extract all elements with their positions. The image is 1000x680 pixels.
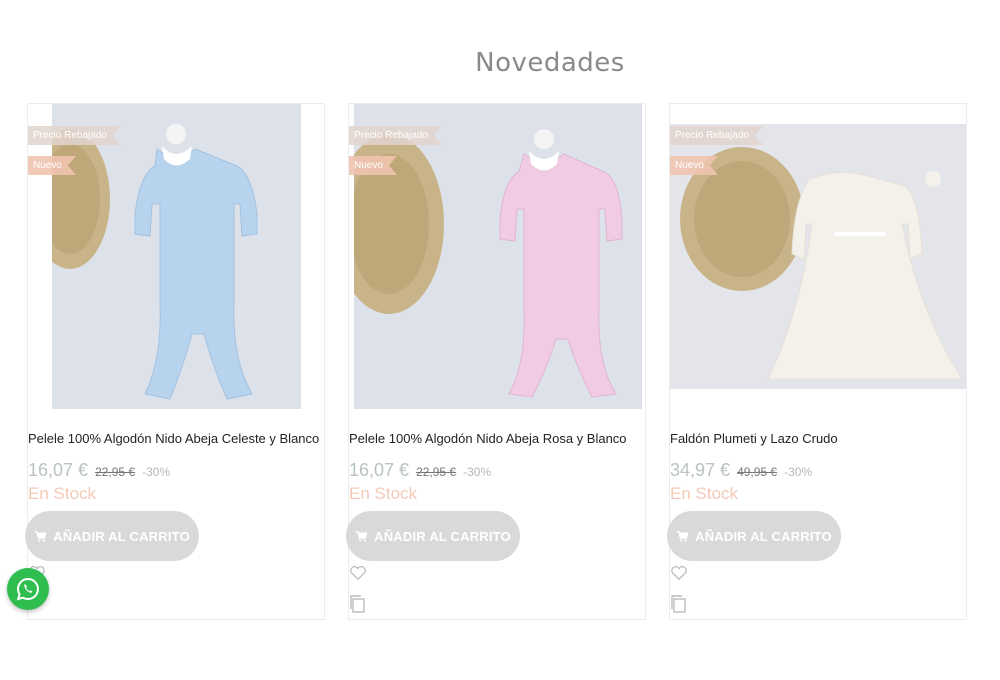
- product-card: Precio Rebajado Nuevo Pelele 100% Algodó…: [25, 103, 325, 620]
- old-price: 22,95 €: [416, 465, 457, 479]
- old-price: 49,95 €: [737, 465, 778, 479]
- product-title[interactable]: Pelele 100% Algodón Nido Abeja Rosa y Bl…: [349, 431, 627, 446]
- add-to-cart-button[interactable]: AÑADIR AL CARRITO: [667, 511, 841, 561]
- price-row: 16,07 € 22,95 € -30%: [349, 460, 491, 481]
- section-title: Novedades: [475, 48, 625, 78]
- product-card: Precio Rebajado Nuevo Pelele 100% Algodó…: [346, 103, 646, 620]
- stock-status: En Stock: [28, 484, 97, 503]
- compare-icon[interactable]: [670, 594, 688, 614]
- add-to-cart-label: AÑADIR AL CARRITO: [374, 528, 511, 544]
- product-card: Precio Rebajado Nuevo Faldón Plumeti y L…: [667, 103, 967, 620]
- add-to-cart-button[interactable]: AÑADIR AL CARRITO: [25, 511, 199, 561]
- whatsapp-icon: [16, 577, 39, 601]
- sale-badge: Precio Rebajado: [670, 126, 763, 145]
- product-image[interactable]: [354, 104, 642, 409]
- current-price: 34,97 €: [670, 460, 731, 480]
- add-to-cart-label: AÑADIR AL CARRITO: [695, 528, 832, 544]
- discount-label: -30%: [784, 465, 813, 479]
- price-row: 16,07 € 22,95 € -30%: [28, 460, 170, 481]
- discount-label: -30%: [142, 465, 171, 479]
- product-photo: [670, 124, 966, 389]
- sale-badge: Precio Rebajado: [28, 126, 121, 145]
- product-image[interactable]: [670, 124, 966, 389]
- cart-icon: [676, 530, 689, 542]
- product-title[interactable]: Pelele 100% Algodón Nido Abeja Celeste y…: [28, 431, 319, 446]
- add-to-cart-button[interactable]: AÑADIR AL CARRITO: [346, 511, 520, 561]
- wishlist-heart-icon[interactable]: [670, 565, 688, 581]
- current-price: 16,07 €: [349, 460, 410, 480]
- add-to-cart-label: AÑADIR AL CARRITO: [53, 528, 190, 544]
- discount-label: -30%: [463, 465, 492, 479]
- stock-status: En Stock: [349, 484, 418, 503]
- product-title[interactable]: Faldón Plumeti y Lazo Crudo: [670, 431, 838, 446]
- old-price: 22,95 €: [95, 465, 136, 479]
- compare-icon[interactable]: [349, 594, 367, 614]
- current-price: 16,07 €: [28, 460, 89, 480]
- price-row: 34,97 € 49,95 € -30%: [670, 460, 812, 481]
- whatsapp-button[interactable]: [7, 568, 49, 610]
- product-photo: [354, 104, 642, 409]
- sale-badge: Precio Rebajado: [349, 126, 442, 145]
- stock-status: En Stock: [670, 484, 739, 503]
- product-photo: [52, 104, 301, 409]
- product-image[interactable]: [52, 104, 301, 409]
- cart-icon: [34, 530, 47, 542]
- wishlist-heart-icon[interactable]: [349, 565, 367, 581]
- cart-icon: [355, 530, 368, 542]
